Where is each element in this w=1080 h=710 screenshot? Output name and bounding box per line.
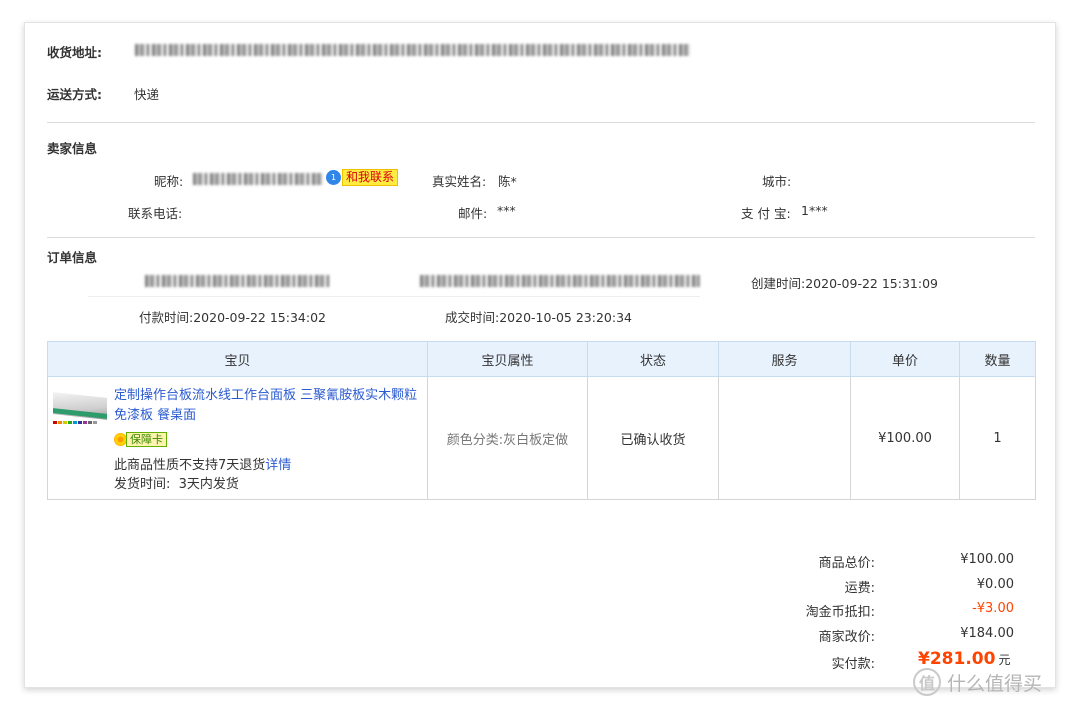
divider: [47, 237, 1035, 238]
seller-nickname-redacted: [193, 173, 323, 185]
ship-time-label: 发货时间:: [114, 477, 171, 492]
created-time-value: 2020-09-22 15:31:09: [805, 276, 938, 291]
alipay-trade-number-redacted: [420, 275, 700, 287]
contact-seller-label: 和我联系: [342, 169, 399, 186]
site-watermark: 值 什么值得买: [913, 668, 1042, 696]
divider: [47, 122, 1035, 123]
freight-value: ¥0.00: [976, 577, 1014, 592]
shipping-value: 快递: [134, 87, 160, 102]
coin-discount-label: 淘金币抵扣:: [805, 605, 875, 620]
seller-nickname-label: 昵称:: [154, 174, 184, 189]
item-service: [718, 376, 851, 500]
freight-label: 运费:: [844, 581, 875, 596]
paid-time-value: 2020-09-22 15:34:02: [193, 310, 326, 325]
return-policy-text: 此商品性质不支持7天退货: [114, 458, 266, 473]
ship-time-value: 3天内发货: [178, 477, 239, 492]
order-section-title: 订单信息: [47, 250, 98, 265]
ship-time: 发货时间: 3天内发货: [114, 473, 239, 492]
shipping-label: 运送方式:: [47, 87, 102, 102]
return-details-link[interactable]: 详情: [265, 458, 291, 473]
seller-section-title: 卖家信息: [47, 141, 98, 156]
product-title-link[interactable]: 定制操作台板流水线工作台面板 三聚氰胺板实木颗粒免漆板 餐桌面: [114, 386, 424, 426]
item-cell: 定制操作台板流水线工作台面板 三聚氰胺板实木颗粒免漆板 餐桌面 保障卡 此商品性…: [47, 376, 428, 500]
table-header-row: 宝贝 宝贝属性 状态 服务 单价 数量: [47, 341, 1036, 377]
item-price: ¥100.00: [850, 376, 960, 500]
seller-alipay-value: 1***: [801, 203, 828, 218]
address-label: 收货地址:: [47, 45, 102, 60]
paid-time: 付款时间:2020-09-22 15:34:02: [139, 307, 326, 326]
col-header-service: 服务: [718, 341, 851, 377]
item-qty: 1: [959, 376, 1036, 500]
table-row: 定制操作台板流水线工作台面板 三聚氰胺板实木颗粒免漆板 餐桌面 保障卡 此商品性…: [47, 376, 1036, 500]
coin-discount-value: -¥3.00: [972, 601, 1014, 616]
seller-realname-value: 陈*: [498, 174, 517, 189]
deal-time-value: 2020-10-05 23:20:34: [499, 310, 632, 325]
created-time-label: 创建时间:: [751, 276, 806, 291]
col-header-price: 单价: [850, 341, 960, 377]
seller-city-label: 城市:: [762, 174, 792, 189]
col-header-status: 状态: [587, 341, 719, 377]
paid-time-label: 付款时间:: [139, 310, 194, 325]
deal-time: 成交时间:2020-10-05 23:20:34: [445, 307, 632, 326]
seller-realname-label: 真实姓名:: [432, 174, 487, 189]
guarantee-badge[interactable]: 保障卡: [114, 432, 167, 447]
watermark-text: 什么值得买: [947, 672, 1043, 695]
paid-amount-label: 实付款:: [831, 657, 875, 672]
chat-icon: 1: [326, 170, 341, 185]
seller-email-value: ***: [497, 203, 516, 218]
col-header-item: 宝贝: [47, 341, 428, 377]
price-adjust-label: 商家改价:: [818, 630, 875, 645]
divider: [88, 296, 700, 297]
item-attribute: 颜色分类:灰白板定做: [427, 376, 588, 500]
item-status: 已确认收货: [587, 376, 719, 500]
paid-amount: ¥281.00 元: [918, 649, 1010, 669]
goods-total-label: 商品总价:: [818, 556, 875, 571]
col-header-qty: 数量: [959, 341, 1036, 377]
product-thumbnail[interactable]: [53, 391, 108, 436]
goods-total-value: ¥100.00: [960, 552, 1014, 567]
order-items-table: 宝贝 宝贝属性 状态 服务 单价 数量 定制操作台板流水线工作台面板 三聚氰胺板…: [47, 341, 1036, 500]
created-time: 创建时间:2020-09-22 15:31:09: [751, 273, 938, 292]
guarantee-badge-label: 保障卡: [126, 432, 167, 447]
watermark-logo-icon: 值: [913, 668, 941, 696]
paid-amount-value: ¥281.00: [918, 649, 996, 669]
seller-alipay-label: 支 付 宝:: [741, 206, 791, 221]
contact-seller-button[interactable]: 1 和我联系: [326, 169, 399, 186]
order-number-redacted: [145, 275, 330, 287]
price-adjust-value: ¥184.00: [960, 626, 1014, 641]
deal-time-label: 成交时间:: [445, 310, 500, 325]
address-value-redacted: [135, 44, 690, 56]
col-header-attribute: 宝贝属性: [427, 341, 588, 377]
seller-email-label: 邮件:: [458, 206, 488, 221]
paid-amount-unit: 元: [998, 653, 1011, 667]
return-policy: 此商品性质不支持7天退货详情: [114, 454, 291, 473]
seller-phone-label: 联系电话:: [128, 206, 183, 221]
